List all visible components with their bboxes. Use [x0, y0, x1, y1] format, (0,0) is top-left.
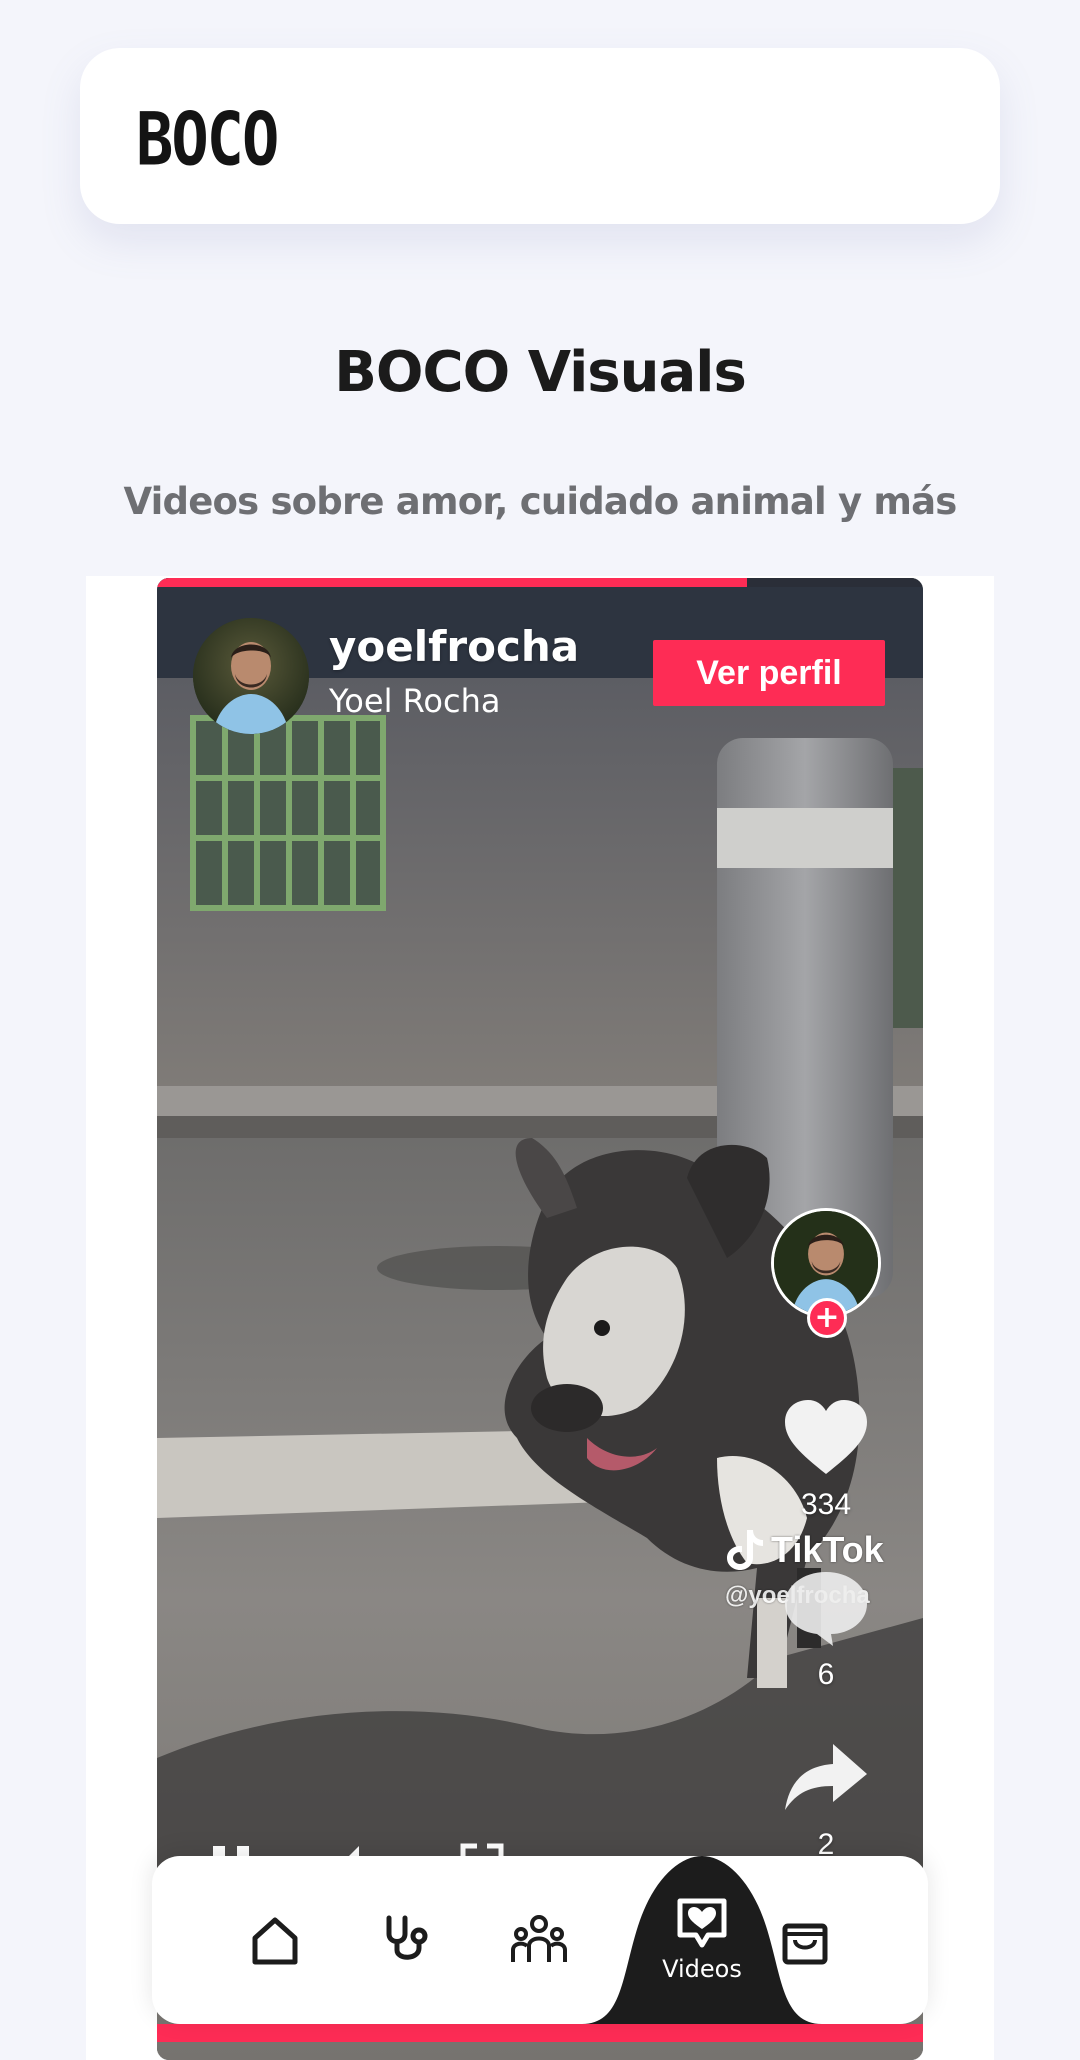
chat-heart-icon	[677, 1898, 727, 1948]
embed-footer-bar	[157, 2024, 923, 2042]
comment-icon[interactable]	[781, 1568, 871, 1648]
tiktok-logo-icon	[727, 1530, 763, 1570]
follow-button[interactable]: +	[807, 1298, 847, 1338]
video-progress-fill	[157, 578, 747, 587]
bottom-navigation: Videos	[152, 1856, 928, 2024]
nav-item-community[interactable]	[474, 1856, 604, 2024]
shopping-bag-icon	[782, 1923, 828, 1965]
nav-item-health[interactable]	[342, 1856, 472, 2024]
section-title: BOCO Visuals	[334, 340, 747, 405]
nav-item-shop[interactable]	[740, 1856, 870, 2024]
creator-username[interactable]: yoelfrocha	[329, 622, 579, 671]
like-count: 334	[800, 1488, 852, 1521]
home-icon	[252, 1917, 298, 1965]
video-progress-track[interactable]	[157, 578, 923, 587]
header-card: BOCO	[80, 48, 1000, 224]
section-subtitle: Videos sobre amor, cuidado animal y más	[123, 480, 957, 523]
view-profile-button[interactable]: Ver perfil	[653, 640, 885, 706]
nav-item-videos-label: Videos	[662, 1955, 742, 1983]
brand-logo[interactable]: BOCO	[136, 96, 279, 182]
nav-item-home[interactable]	[210, 1856, 340, 2024]
share-icon[interactable]	[781, 1738, 871, 1818]
creator-avatar[interactable]	[193, 618, 309, 734]
comment-count: 6	[817, 1658, 835, 1691]
creator-display-name: Yoel Rocha	[329, 682, 501, 720]
community-icon	[511, 1915, 567, 1962]
stethoscope-icon	[386, 1915, 428, 1960]
watermark-brand: TikTok	[771, 1529, 884, 1570]
tiktok-video-player[interactable]: yoelfrocha Yoel Rocha Ver perfil + 334 T…	[157, 578, 923, 2060]
heart-icon[interactable]	[781, 1398, 871, 1478]
